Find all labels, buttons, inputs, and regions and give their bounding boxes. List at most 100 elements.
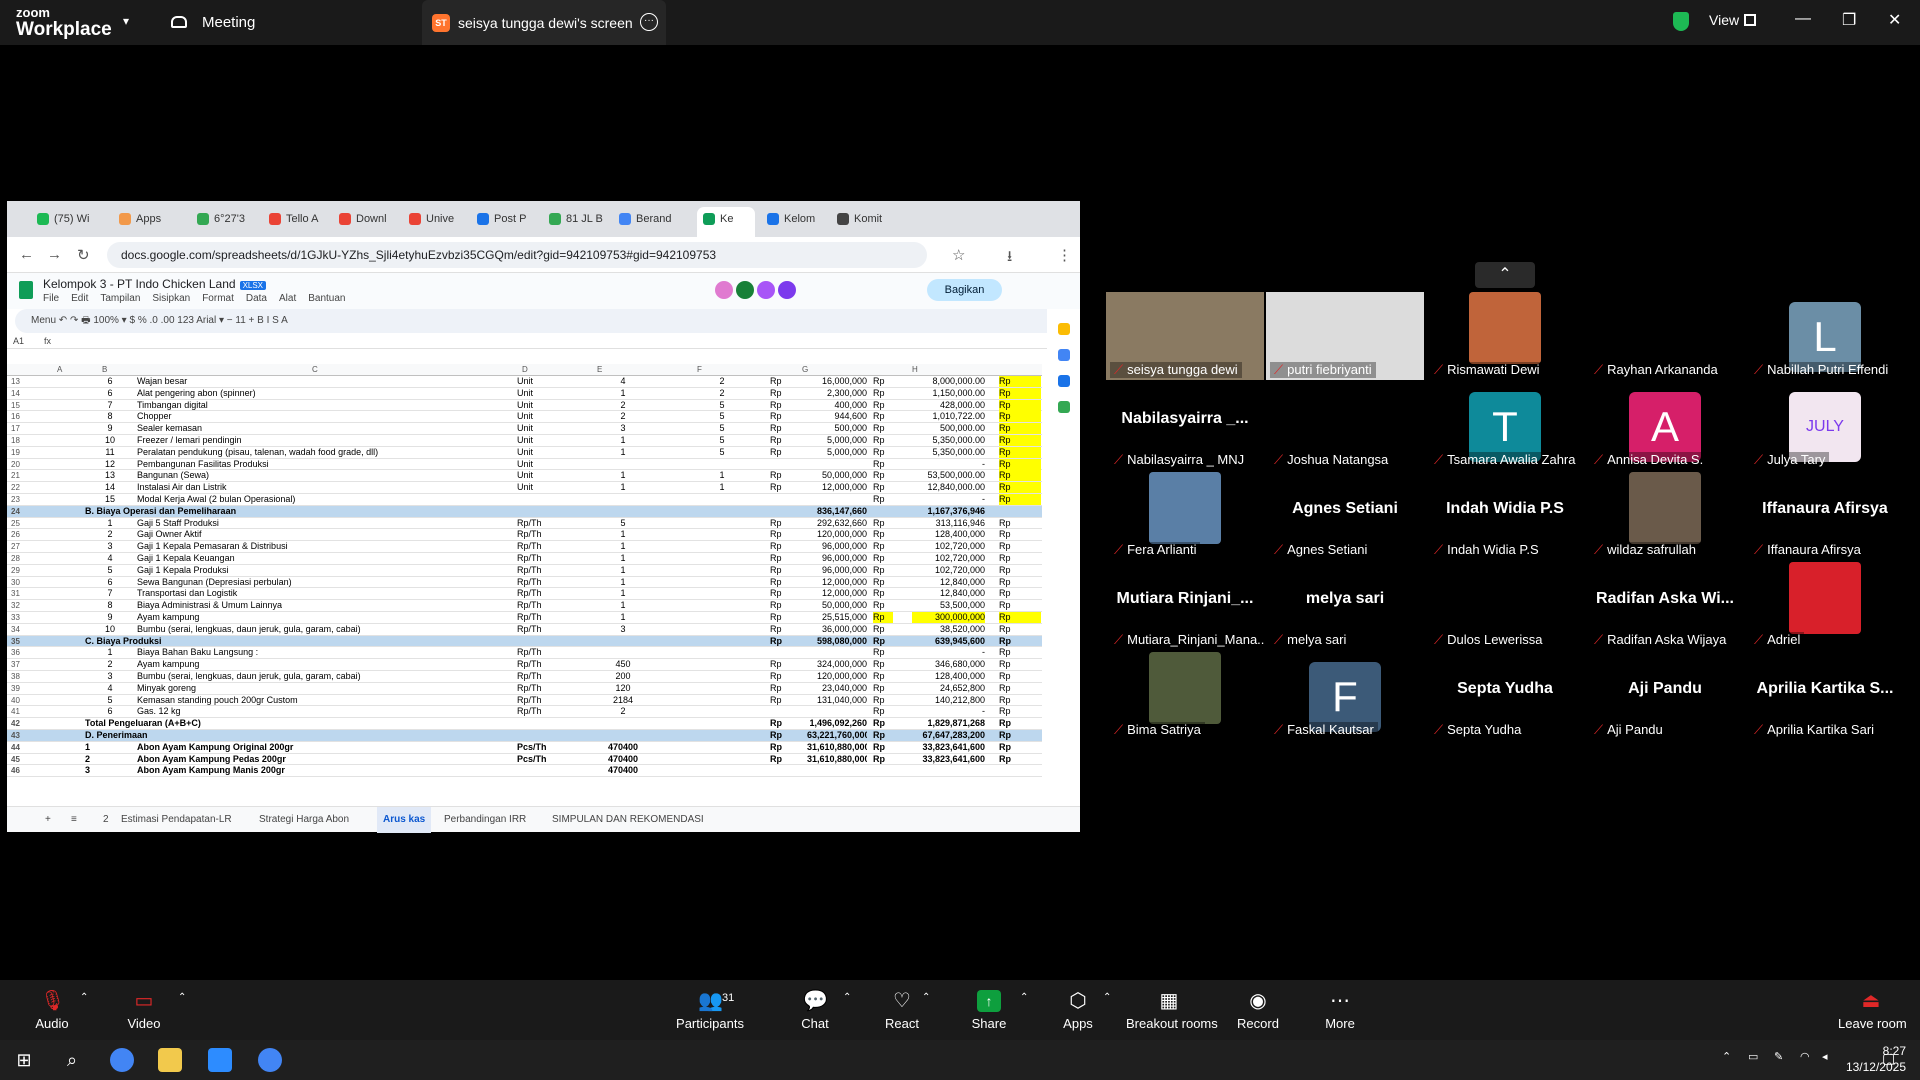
cell-h1[interactable]: Rp: [873, 671, 893, 682]
cell-d[interactable]: Rp/Th: [517, 588, 567, 599]
cell-e[interactable]: 450: [603, 659, 643, 670]
cell-c[interactable]: Timbangan digital: [137, 400, 507, 411]
pen-icon[interactable]: ✎: [1774, 1050, 1783, 1063]
table-row[interactable]: 23 15 Modal Kerja Awal (2 bulan Operasiona…: [7, 493, 1042, 506]
record-button[interactable]: ◉ Record: [1236, 990, 1280, 1031]
cell-d[interactable]: Pcs/Th: [517, 742, 567, 753]
cell-i[interactable]: Rp: [999, 529, 1041, 540]
cell-e[interactable]: 1: [603, 447, 643, 458]
column-header[interactable]: G: [802, 365, 808, 374]
cell-h[interactable]: -: [912, 647, 985, 658]
row-number[interactable]: 43: [11, 730, 29, 741]
share-options-icon[interactable]: ⌃: [1020, 992, 1028, 1003]
menu-item[interactable]: File: [43, 293, 59, 304]
cell-b[interactable]: 2: [85, 659, 135, 670]
cell-h[interactable]: 1,167,376,946: [912, 506, 985, 517]
cell-g1[interactable]: Rp: [770, 529, 790, 540]
cell-g[interactable]: 5,000,000: [807, 435, 867, 446]
bookmark-star-icon[interactable]: ☆: [952, 246, 965, 264]
react-options-icon[interactable]: ⌃: [922, 992, 930, 1003]
participant-tile[interactable]: ⟋ Adriel: [1746, 562, 1904, 650]
cell-f[interactable]: 1: [707, 482, 737, 493]
cell-d[interactable]: Unit: [517, 423, 567, 434]
participant-tile[interactable]: Iffanaura Afirsya ⟋ Iffanaura Afirsya: [1746, 472, 1904, 560]
cell-i[interactable]: Rp: [999, 671, 1041, 682]
cell-h[interactable]: 38,520,000: [912, 624, 985, 635]
cell-i[interactable]: Rp: [999, 718, 1041, 729]
cell-b[interactable]: D. Penerimaan: [85, 730, 485, 741]
cell-i[interactable]: Rp: [999, 565, 1041, 576]
cell-b[interactable]: 5: [85, 695, 135, 706]
cell-c[interactable]: Bumbu (serai, lengkuas, daun jeruk, gula…: [137, 671, 507, 682]
cell-f[interactable]: 1: [707, 470, 737, 481]
spreadsheet-grid[interactable]: ABCDEFGH 13 6 Wajan besar Unit 4 2 Rp 16,000,00…: [7, 364, 1042, 804]
share-screen-button[interactable]: ↑ Share: [967, 990, 1011, 1031]
row-number[interactable]: 15: [11, 400, 29, 411]
cell-g[interactable]: 25,515,000: [807, 612, 867, 623]
cell-b[interactable]: 9: [85, 612, 135, 623]
cell-c[interactable]: Bumbu (serai, lengkuas, daun jeruk, gula…: [137, 624, 507, 635]
meeting-tab[interactable]: Meeting: [202, 14, 255, 31]
cell-g1[interactable]: Rp: [770, 553, 790, 564]
table-row[interactable]: 26 2 Gaji Owner Aktif Rp/Th 1 Rp 120,000,000 Rp…: [7, 529, 1042, 542]
cell-h1[interactable]: Rp: [873, 624, 893, 635]
participant-tile[interactable]: Septa Yudha ⟋ Septa Yudha: [1426, 652, 1584, 740]
avatar[interactable]: [778, 281, 796, 299]
cell-e[interactable]: 4: [603, 376, 643, 387]
cell-i[interactable]: Rp: [999, 742, 1041, 753]
cell-g[interactable]: 96,000,000: [807, 541, 867, 552]
cell-b[interactable]: 13: [85, 470, 135, 481]
cell-g1[interactable]: Rp: [770, 636, 790, 647]
cell-g[interactable]: 400,000: [807, 400, 867, 411]
cell-g[interactable]: 836,147,660: [807, 506, 867, 517]
cell-g1[interactable]: Rp: [770, 400, 790, 411]
row-number[interactable]: 35: [11, 636, 29, 647]
cell-e[interactable]: 1: [603, 553, 643, 564]
cell-b[interactable]: 3: [85, 671, 135, 682]
cell-e[interactable]: 2: [603, 400, 643, 411]
table-row[interactable]: 18 10 Freezer / lemari pendingin Unit 1 5 Rp 5,…: [7, 434, 1042, 447]
cell-h[interactable]: 8,000,000.00: [912, 376, 985, 387]
column-header[interactable]: H: [912, 365, 918, 374]
cell-g1[interactable]: Rp: [770, 423, 790, 434]
cell-i[interactable]: Rp: [999, 458, 1041, 470]
cell-e[interactable]: 2184: [603, 695, 643, 706]
participant-tile[interactable]: F ⟋ Faskal Kautsar: [1266, 652, 1424, 740]
contacts-icon[interactable]: [1057, 375, 1070, 387]
cell-i[interactable]: Rp: [999, 518, 1041, 529]
row-number[interactable]: 39: [11, 683, 29, 694]
row-number[interactable]: 13: [11, 376, 29, 387]
sheet-tab[interactable]: Strategi Harga Abon: [259, 807, 349, 833]
row-number[interactable]: 26: [11, 529, 29, 540]
participant-tile[interactable]: Nabilasyairra _... ⟋ Nabilasyairra _ MNJ: [1106, 382, 1264, 470]
cell-g1[interactable]: Rp: [770, 730, 790, 741]
cell-d[interactable]: Rp/Th: [517, 624, 567, 635]
menu-item[interactable]: Data: [246, 293, 267, 304]
participant-tile[interactable]: Agnes Setiani ⟋ Agnes Setiani: [1266, 472, 1424, 560]
cell-c[interactable]: Ayam kampung: [137, 612, 507, 623]
cell-b[interactable]: 3: [85, 541, 135, 552]
cell-b[interactable]: 1: [85, 647, 135, 658]
view-grid-icon[interactable]: [1744, 14, 1756, 26]
row-number[interactable]: 16: [11, 411, 29, 422]
cell-d[interactable]: Rp/Th: [517, 600, 567, 611]
wifi-icon[interactable]: ◠: [1800, 1050, 1810, 1063]
file-explorer-icon[interactable]: [158, 1048, 182, 1072]
menu-item[interactable]: Edit: [71, 293, 88, 304]
cell-d[interactable]: Rp/Th: [517, 612, 567, 623]
cell-c[interactable]: Gaji 1 Kepala Keuangan: [137, 553, 507, 564]
cell-c[interactable]: Sewa Bangunan (Depresiasi perbulan): [137, 577, 507, 588]
row-number[interactable]: 19: [11, 447, 29, 458]
cell-h1[interactable]: Rp: [873, 742, 893, 753]
cell-c[interactable]: Gaji 5 Staff Produksi: [137, 518, 507, 529]
cell-g1[interactable]: Rp: [770, 411, 790, 422]
cell-h[interactable]: -: [912, 494, 985, 505]
all-sheets-icon[interactable]: ≡: [71, 807, 77, 833]
cell-b[interactable]: 3: [85, 765, 135, 776]
avatar[interactable]: [757, 281, 775, 299]
cell-i[interactable]: Rp: [999, 683, 1041, 694]
minimize-icon[interactable]: —: [1795, 10, 1811, 28]
cell-g[interactable]: 63,221,760,000: [807, 730, 867, 741]
participant-tile[interactable]: ⟋ Joshua Natangsa: [1266, 382, 1424, 470]
cell-h1[interactable]: Rp: [873, 695, 893, 706]
